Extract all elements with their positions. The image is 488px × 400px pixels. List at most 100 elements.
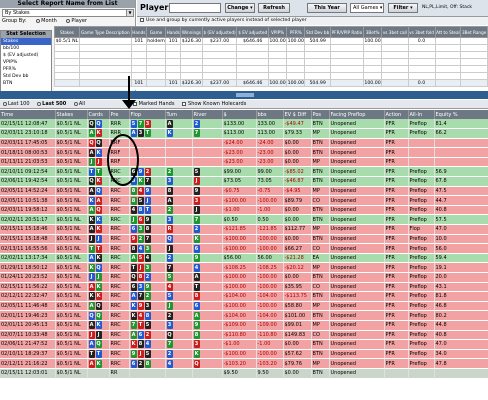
summary-column-header[interactable]: 3Bet% — [362, 26, 383, 38]
last-100-option[interactable]: Last 100 — [3, 101, 30, 107]
summary-column-header[interactable]: Hands — [165, 26, 182, 38]
hand-row[interactable]: 02/02/11 13:17:34 $0.5/1 NL A K RRC A 5 4 2 9 $56.… — [0, 253, 488, 264]
hand-action: PFR — [384, 138, 409, 149]
hand-row[interactable]: 02/02/11 20:51:17 $0.5/1 NL K K RRC J 6 9 3 7 $0.5… — [0, 214, 488, 226]
hand-row[interactable]: 01/18/11 08:00:53 $0.5/1 NL A K RRF -$23.00 -2… — [0, 147, 488, 158]
group-by-player[interactable]: Player — [66, 18, 87, 24]
summary-column-header[interactable]: Stakes — [54, 26, 80, 38]
hand-row[interactable]: 02/13/11 16:55:56 $0.5/1 NL T T RRC 8 4 3 J 6 -$10… — [0, 243, 488, 254]
radio-icon[interactable] — [3, 101, 7, 106]
summary-column-header[interactable]: Att to Steal — [434, 26, 462, 38]
stat-item[interactable]: PFR% — [1, 66, 51, 73]
summary-column-header[interactable]: Std Dev bb — [304, 26, 331, 38]
hand-row[interactable]: 02/06/11 21:47:52 $0.5/1 NL A Q RRC K 8 4 7 3 -$1.… — [0, 339, 488, 350]
stat-item[interactable]: VPIP% — [1, 59, 51, 66]
summary-column-header[interactable]: Hands — [130, 26, 147, 38]
radio-icon[interactable] — [36, 18, 41, 23]
filter-button[interactable]: Filter ▾ — [388, 3, 418, 13]
hand-row[interactable]: 02/03/11 19:58:12 $0.5/1 NL A Q RRC 4 8 T 2 J -$1.… — [0, 205, 488, 216]
hand-row[interactable]: 02/10/11 09:12:54 $0.5/1 NL T T RRC 6 9 2 2 5 $99.… — [0, 166, 488, 178]
hand-stakes: $0.5/1 NL — [55, 368, 88, 379]
date-filter-button[interactable]: This Year — [307, 3, 347, 13]
hand-row[interactable]: 02/01/11 19:46:23 $0.5/1 NL Q Q RRC K 4 8 2 A -$10… — [0, 310, 488, 321]
chevron-down-icon[interactable]: ▼ — [126, 10, 133, 16]
games-select[interactable]: All Games ▾ — [350, 3, 384, 13]
stat-item[interactable]: $ (EV adjusted) — [1, 52, 51, 59]
splitter-grip-icon[interactable] — [236, 93, 254, 97]
hand-row[interactable]: 02/15/11 15:18:48 $0.5/1 NL J J RRC 9 2 7 Q K -$10… — [0, 234, 488, 245]
hand-row[interactable]: 02/03/11 23:10:18 $0.5/1 NL A K RRR A 3 T K 7 $113… — [0, 128, 488, 139]
summary-column-header[interactable]: PFR/VPIP Ratio — [329, 26, 364, 38]
hand-row[interactable]: 01/13/11 21:03:53 $0.5/1 NL J J RRF -$23.00 -2… — [0, 157, 488, 168]
summary-column-header[interactable]: vs 3bet fold — [407, 26, 436, 38]
player-select[interactable] — [169, 3, 221, 13]
radio-icon[interactable] — [66, 18, 71, 23]
hand-row[interactable]: 02/15/11 12:03:01 $0.5/1 NL RR $9.50 9.50 $0.… — [0, 368, 488, 379]
hands-column-header[interactable]: All-In — [408, 110, 435, 119]
hands-column-header[interactable]: Flop — [129, 110, 166, 119]
hand-row[interactable]: 02/03/11 17:45:05 $0.5/1 NL Q Q RRF -$24.00 -2… — [0, 138, 488, 149]
hands-column-header[interactable]: Facing Preflop — [329, 110, 385, 119]
summary-column-header[interactable]: PFR% — [286, 26, 306, 38]
hand-row[interactable]: 02/15/11 15:18:46 $0.5/1 NL A K RRC 6 3 8 R 2 -$12… — [0, 224, 488, 235]
card-diamonds-icon: 5 — [130, 119, 137, 128]
radio-icon[interactable] — [73, 101, 78, 106]
hands-column-header[interactable]: $ — [222, 110, 257, 119]
summary-column-header[interactable]: vs 3bet call — [381, 26, 409, 38]
summary-column-header[interactable]: Game Type Description — [78, 26, 132, 38]
hand-row[interactable]: 02/15/11 11:56:22 $0.5/1 NL A K RRC 6 3 9 4 T -$10… — [0, 282, 488, 293]
panel-splitter[interactable] — [0, 91, 488, 99]
hand-row[interactable]: 02/12/11 21:16:22 $0.5/1 NL A K RRC 6 2 8 4 Q -$10… — [0, 358, 488, 369]
active-players-option[interactable]: Use and group by currently active player… — [137, 17, 488, 25]
hand-row[interactable]: 02/05/11 14:52:24 $0.5/1 NL A Q RRC 8 4 9 8 9 -$0.… — [0, 186, 488, 197]
hand-stakes: $0.5/1 NL — [55, 301, 88, 312]
hand-row[interactable]: 02/10/11 18:29:37 $0.5/1 NL T T RRC 9 J 5 2 K -$10… — [0, 349, 488, 360]
hands-column-header[interactable]: Time — [0, 110, 56, 119]
hands-column-header[interactable]: Pos — [311, 110, 330, 119]
hand-row[interactable]: 01/24/11 20:23:52 $0.5/1 NL J J RRC Q 8 2 5 A -$10… — [0, 272, 488, 283]
stat-item[interactable]: Std Dev bb — [1, 73, 51, 80]
hand-row[interactable]: 02/05/11 11:46:48 $0.5/1 NL A Q RRC K 9 3 J 6 -$10… — [0, 301, 488, 312]
hands-column-header[interactable]: River — [192, 110, 223, 119]
hand-row[interactable]: 02/07/11 10:33:48 $0.5/1 NL J J RRC A 6 2 Q 8 -$11… — [0, 330, 488, 341]
stat-item[interactable]: Stakes — [1, 38, 51, 45]
hands-column-header[interactable]: bbs — [256, 110, 284, 119]
last-500-option[interactable]: Last 500 — [37, 101, 66, 107]
hands-column-header[interactable]: EV $ Diff — [283, 110, 312, 119]
checkbox-icon[interactable] — [140, 17, 144, 22]
card-clubs-icon: J — [130, 215, 137, 224]
radio-icon[interactable] — [37, 101, 42, 106]
refresh-button[interactable]: Refresh — [258, 3, 290, 13]
hand-all-in: Preflop — [408, 291, 435, 302]
summary-row[interactable]: $0.5/1 NL 101 holdem 101 $326.30 $237.00 $646.… — [54, 37, 488, 45]
all-option[interactable]: All — [73, 101, 85, 107]
hand-facing-preflop: Unopened — [329, 138, 385, 149]
group-by-month[interactable]: Month — [36, 18, 57, 24]
summary-column-header[interactable]: $ EV adjusted — [236, 26, 269, 38]
hand-row[interactable]: 02/05/11 10:51:38 $0.5/1 NL K A RRC 8 5 J A 3 -$10… — [0, 195, 488, 206]
summary-column-header[interactable]: Game — [145, 26, 167, 38]
hands-column-header[interactable]: Equity % — [434, 110, 488, 119]
hand-row[interactable]: 01/29/11 18:50:12 $0.5/1 NL K Q RRC T J 3 7 4 -$10… — [0, 262, 488, 273]
summary-column-header[interactable]: $ (EV adjusted) — [201, 26, 238, 38]
summary-column-header[interactable]: Winnings — [180, 26, 203, 38]
stat-item[interactable]: BTN — [1, 80, 51, 87]
summary-column-header[interactable]: 3Bet Range — [460, 26, 488, 38]
card-diamonds-icon: 4 — [137, 244, 144, 253]
hand-row[interactable]: 02/06/11 19:42:54 $0.5/1 NL Q K RRC 8 K 7 3 J $73.… — [0, 176, 488, 187]
checkbox-icon[interactable] — [182, 101, 187, 106]
hands-column-header[interactable]: Pre — [109, 110, 130, 119]
report-select[interactable]: By Stakes ▼ — [2, 9, 134, 17]
hand-row[interactable]: 02/12/11 22:32:47 $0.5/1 NL K K RRC A 7 2 5 8 -$10… — [0, 291, 488, 302]
stat-item[interactable]: bb/100 — [1, 45, 51, 52]
summary-column-header[interactable]: VPIP% — [267, 26, 288, 38]
hand-row[interactable]: 02/15/11 12:08:47 $0.5/1 NL Q Q RRR 5 7 3 A 2 $133… — [0, 119, 488, 130]
hand-row[interactable]: 02/01/11 20:45:13 $0.5/1 NL A K RRC 7 T 5 3 9 -$10… — [0, 320, 488, 331]
hands-column-header[interactable]: Turn — [165, 110, 193, 119]
hands-column-header[interactable]: Cards — [87, 110, 110, 119]
hands-column-header[interactable]: Stakes — [55, 110, 88, 119]
change-button[interactable]: Change ▾ — [225, 3, 255, 13]
show-known-holecards-option[interactable]: Show Known Holecards — [182, 101, 246, 107]
marked-hands-option[interactable]: Marked Hands — [132, 101, 174, 107]
hands-column-header[interactable]: Action — [384, 110, 409, 119]
